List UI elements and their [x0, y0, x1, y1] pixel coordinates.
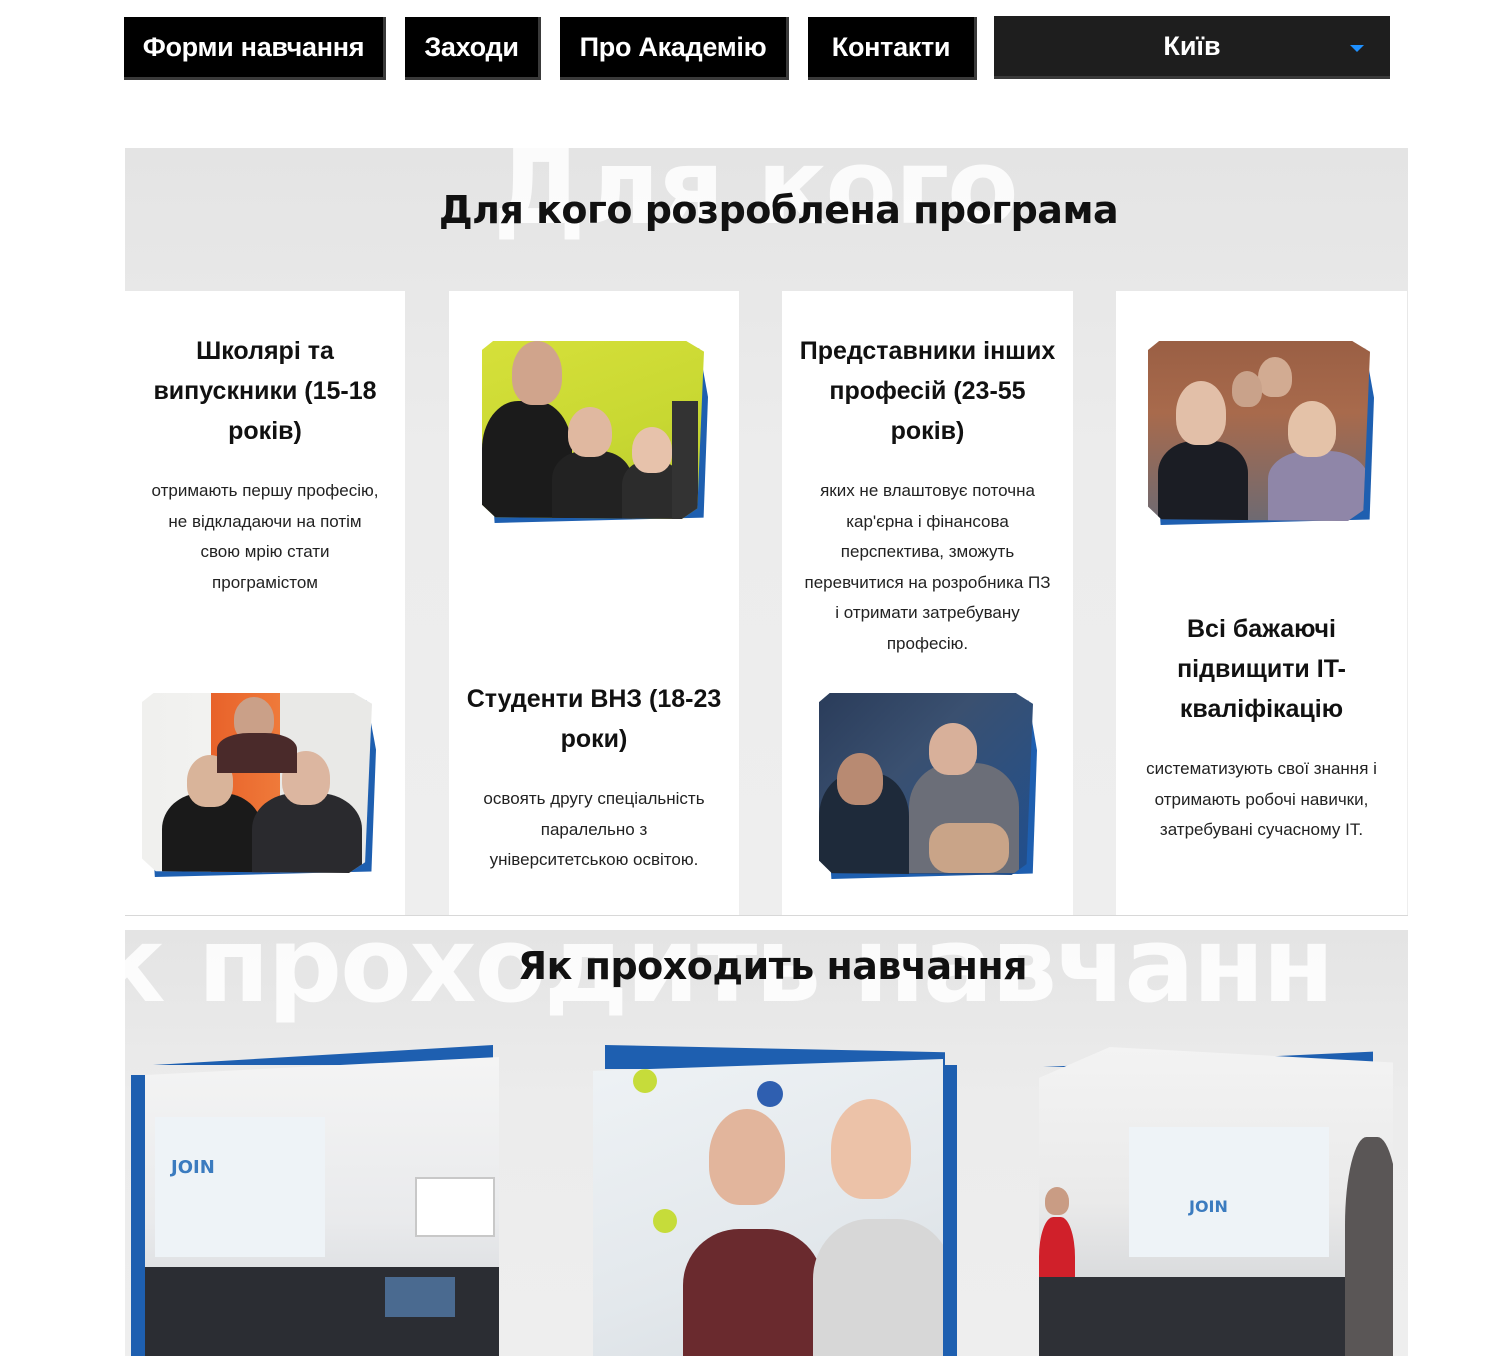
audience-card-university: Студенти ВНЗ (18-23 роки) освоять другу … — [449, 291, 739, 915]
card-title: Представники інших професій (23-55 років… — [799, 337, 1056, 445]
audience-card-other-professions: Представники інших професій (23-55 років… — [782, 291, 1073, 915]
nav-about-academy[interactable]: Про Академію — [560, 17, 789, 80]
section-divider — [125, 915, 1408, 916]
nav-contacts[interactable]: Контакти — [808, 17, 977, 80]
card-title: Школярі та випускники (15-18 років) — [153, 337, 377, 445]
card-title: Всі бажаючі підвищити IT-кваліфікацію — [1177, 615, 1346, 723]
audience-card-schoolers: Школярі та випускники (15-18 років) отри… — [125, 291, 405, 915]
nav-events[interactable]: Заходи — [405, 17, 541, 80]
section-title: Для кого розроблена програма — [438, 188, 1119, 232]
audience-section: Для кого Для кого розроблена програма Шк… — [125, 148, 1408, 915]
students-photo — [819, 693, 1037, 879]
lecture-photo: JOIN — [1025, 1045, 1393, 1356]
city-select-value: Київ — [1163, 30, 1221, 61]
classroom-photo: JOIN — [131, 1045, 499, 1356]
students-closeup-photo — [591, 1045, 959, 1356]
card-text: систематизують свої знання і отримають р… — [1146, 759, 1377, 839]
students-photo — [1148, 341, 1374, 525]
nav-forms-of-study[interactable]: Форми навчання — [124, 17, 386, 80]
card-text: яких не влаштовує поточна кар'єрна і фін… — [804, 481, 1051, 653]
students-photo — [482, 341, 708, 523]
dropdown-caret-icon — [1350, 45, 1364, 52]
section-title: Як проходить навчання — [517, 944, 1028, 988]
card-title: Студенти ВНЗ (18-23 роки) — [466, 685, 722, 753]
learning-section: к проходить навчанн Як проходить навчанн… — [125, 930, 1408, 1356]
audience-card-upskilling: Всі бажаючі підвищити IT-кваліфікацію си… — [1116, 291, 1407, 915]
city-select[interactable]: Київ — [994, 16, 1390, 79]
card-text: отримають першу професію, не відкладаючи… — [151, 481, 379, 592]
card-text: освоять другу спеціальність паралельно з… — [483, 789, 705, 869]
students-photo — [142, 693, 376, 877]
